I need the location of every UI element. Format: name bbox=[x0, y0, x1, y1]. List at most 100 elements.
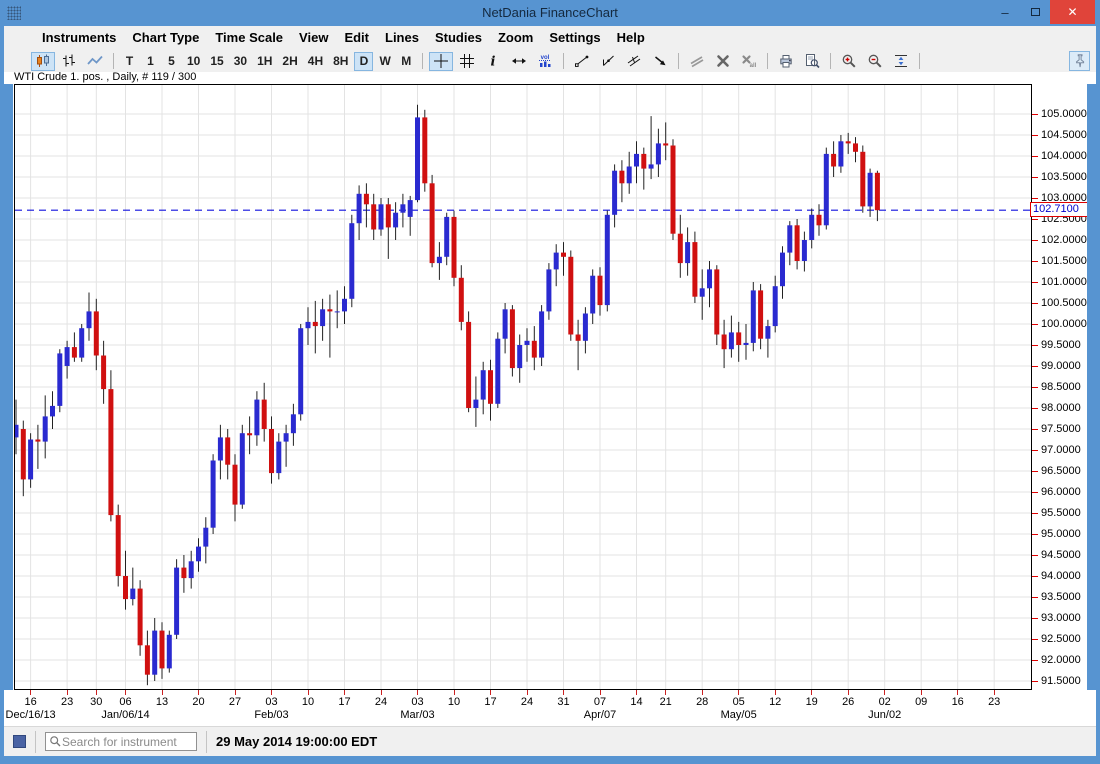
crosshair-button[interactable] bbox=[429, 52, 453, 71]
timestamp: 29 May 2014 19:00:00 EDT bbox=[216, 734, 377, 749]
timeframe-button-1H[interactable]: 1H bbox=[253, 52, 276, 71]
ray-line-button[interactable] bbox=[596, 52, 620, 71]
candlestick-chart-button[interactable] bbox=[31, 52, 55, 71]
window-border-bottom bbox=[0, 756, 1100, 764]
date-axis-tick bbox=[994, 690, 995, 695]
date-axis-week-label: 14 bbox=[623, 696, 651, 708]
print-preview-button[interactable] bbox=[800, 52, 824, 71]
trendline-button[interactable] bbox=[570, 52, 594, 71]
menu-item-settings[interactable]: Settings bbox=[541, 26, 608, 50]
timeframe-button-1[interactable]: 1 bbox=[141, 52, 160, 71]
date-axis-tick bbox=[811, 690, 812, 695]
date-axis-tick bbox=[884, 690, 885, 695]
menu-item-view[interactable]: View bbox=[291, 26, 336, 50]
menu-item-zoom[interactable]: Zoom bbox=[490, 26, 541, 50]
search-box[interactable] bbox=[45, 732, 197, 751]
title-bar[interactable]: NetDania FinanceChart – ✕ bbox=[0, 0, 1100, 26]
timeframe-button-T[interactable]: T bbox=[120, 52, 139, 71]
date-axis-week-label: 21 bbox=[652, 696, 680, 708]
date-axis-week-label: 26 bbox=[834, 696, 862, 708]
price-axis-tick bbox=[1032, 597, 1038, 598]
search-input[interactable] bbox=[62, 735, 193, 749]
delete-object-button[interactable] bbox=[711, 52, 735, 71]
date-axis-tick bbox=[775, 690, 776, 695]
price-axis-tick bbox=[1032, 282, 1038, 283]
date-axis-week-label: 16 bbox=[17, 696, 45, 708]
date-axis-tick bbox=[527, 690, 528, 695]
info-button[interactable]: i bbox=[481, 52, 505, 71]
price-axis-tick bbox=[1032, 366, 1038, 367]
date-axis-tick bbox=[96, 690, 97, 695]
grid-button[interactable] bbox=[455, 52, 479, 71]
menu-item-edit[interactable]: Edit bbox=[336, 26, 377, 50]
price-axis-label: 94.0000 bbox=[1041, 570, 1081, 582]
zoom-out-button[interactable] bbox=[863, 52, 887, 71]
date-axis-tick bbox=[381, 690, 382, 695]
timeframe-button-8H[interactable]: 8H bbox=[329, 52, 352, 71]
date-axis-week-label: 17 bbox=[477, 696, 505, 708]
date-axis-month-label: Apr/07 bbox=[560, 709, 640, 721]
chart-area: WTI Crude 1. pos. , Daily, # 119 / 300 1… bbox=[4, 72, 1096, 726]
date-axis-tick bbox=[600, 690, 601, 695]
candlestick-plot[interactable] bbox=[14, 84, 1032, 690]
price-axis-tick bbox=[1032, 240, 1038, 241]
menu-item-lines[interactable]: Lines bbox=[377, 26, 427, 50]
date-axis-tick bbox=[417, 690, 418, 695]
timeframe-button-5[interactable]: 5 bbox=[162, 52, 181, 71]
timeframe-button-D[interactable]: D bbox=[354, 52, 373, 71]
timeframe-button-10[interactable]: 10 bbox=[183, 52, 204, 71]
price-axis-tick bbox=[1032, 555, 1038, 556]
price-axis-label: 97.5000 bbox=[1041, 423, 1081, 435]
status-bar: 29 May 2014 19:00:00 EDT bbox=[4, 726, 1096, 756]
fit-vertical-button[interactable] bbox=[889, 52, 913, 71]
zoom-in-button[interactable] bbox=[837, 52, 861, 71]
minimize-button[interactable]: – bbox=[990, 0, 1020, 24]
price-axis-tick bbox=[1032, 492, 1038, 493]
menu-item-studies[interactable]: Studies bbox=[427, 26, 490, 50]
delete-all-objects-button[interactable]: all bbox=[737, 52, 761, 71]
date-axis[interactable]: 1623300613202703101724031017243107142128… bbox=[14, 690, 1032, 724]
price-axis-tick bbox=[1032, 219, 1038, 220]
price-axis-tick bbox=[1032, 303, 1038, 304]
toolbar: T151015301H2H4H8HDWMivolall bbox=[4, 50, 1096, 72]
menu-item-time-scale[interactable]: Time Scale bbox=[207, 26, 291, 50]
line-chart-button[interactable] bbox=[83, 52, 107, 71]
price-axis-label: 92.0000 bbox=[1041, 654, 1081, 666]
price-axis-label: 99.5000 bbox=[1041, 339, 1081, 351]
maximize-button[interactable] bbox=[1020, 0, 1050, 24]
date-axis-week-label: 03 bbox=[404, 696, 432, 708]
timeframe-button-W[interactable]: W bbox=[375, 52, 394, 71]
timeframe-button-2H[interactable]: 2H bbox=[278, 52, 301, 71]
chart-side-panel-left bbox=[4, 84, 13, 690]
close-button[interactable]: ✕ bbox=[1050, 0, 1095, 24]
volume-button[interactable]: vol bbox=[533, 52, 557, 71]
parallel-channel-button[interactable] bbox=[622, 52, 646, 71]
price-axis-tick bbox=[1032, 156, 1038, 157]
price-axis-label: 104.0000 bbox=[1041, 150, 1087, 162]
instrument-square-icon[interactable] bbox=[13, 735, 26, 748]
date-axis-week-label: 02 bbox=[871, 696, 899, 708]
menu-bar: InstrumentsChart TypeTime ScaleViewEditL… bbox=[4, 26, 1096, 50]
menu-item-instruments[interactable]: Instruments bbox=[34, 26, 124, 50]
date-axis-tick bbox=[957, 690, 958, 695]
date-axis-tick bbox=[490, 690, 491, 695]
timeframe-button-15[interactable]: 15 bbox=[206, 52, 227, 71]
menu-item-chart-type[interactable]: Chart Type bbox=[124, 26, 207, 50]
timeframe-button-M[interactable]: M bbox=[397, 52, 416, 71]
price-axis-label: 93.5000 bbox=[1041, 591, 1081, 603]
menu-item-help[interactable]: Help bbox=[609, 26, 653, 50]
price-axis-tick bbox=[1032, 513, 1038, 514]
price-axis-tick bbox=[1032, 324, 1038, 325]
arrow-tool-button[interactable] bbox=[648, 52, 672, 71]
parallel-lines-button[interactable] bbox=[685, 52, 709, 71]
pin-window-button[interactable] bbox=[1069, 51, 1090, 71]
timeframe-button-30[interactable]: 30 bbox=[230, 52, 251, 71]
print-button[interactable] bbox=[774, 52, 798, 71]
timeframe-button-4H[interactable]: 4H bbox=[304, 52, 327, 71]
expand-horizontal-button[interactable] bbox=[507, 52, 531, 71]
search-icon bbox=[49, 735, 62, 748]
toolbar-separator bbox=[919, 53, 920, 69]
price-axis-tick bbox=[1032, 681, 1038, 682]
date-axis-week-label: 24 bbox=[367, 696, 395, 708]
ohlc-bars-button[interactable] bbox=[57, 52, 81, 71]
